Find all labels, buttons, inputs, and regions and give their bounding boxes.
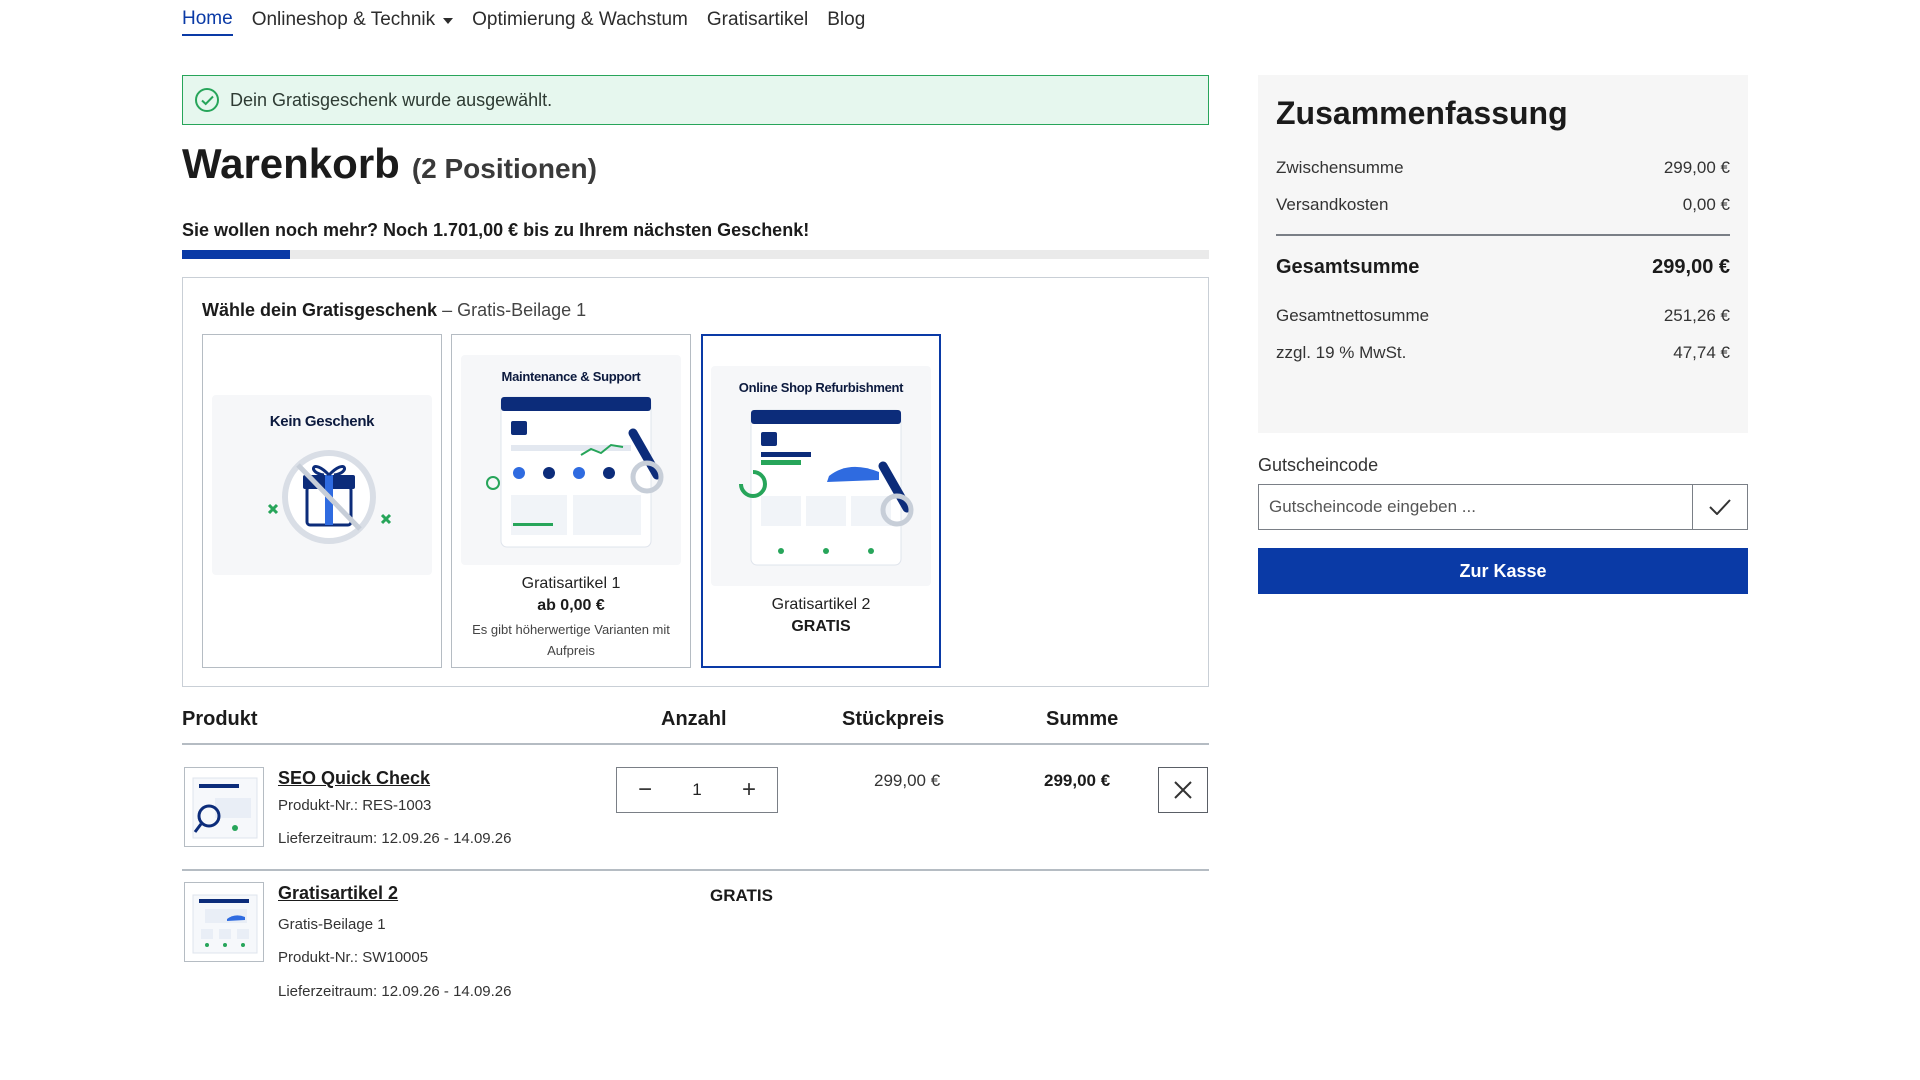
gratis-label: GRATIS [710, 886, 773, 905]
gift-price: GRATIS [791, 618, 851, 635]
nav-onlineshop-label: Onlineshop & Technik [251, 9, 436, 30]
product-thumbnail-seo[interactable] [184, 767, 264, 847]
summary-title: Zusammenfassung [1276, 95, 1568, 131]
line-sum: 299,00 € [1044, 771, 1111, 790]
col-header-quantity: Anzahl [661, 708, 727, 730]
summary-divider [1276, 234, 1730, 236]
shipping-value: 0,00 € [1682, 195, 1730, 214]
gift-progress-fill [182, 250, 290, 259]
gift-card-none[interactable]: Kein Geschenk [202, 334, 442, 668]
shipping-label: Versandkosten [1276, 195, 1389, 214]
refurbishment-thumbnail-image [192, 894, 258, 954]
coupon-label: Gutscheincode [1258, 455, 1379, 475]
refurbishment-illustration [739, 409, 914, 566]
checkout-button[interactable]: Zur Kasse [1258, 548, 1748, 594]
check-icon [1709, 499, 1731, 515]
shipping-row: Versandkosten 0,00 € [1276, 195, 1730, 215]
caret-down-icon [443, 18, 454, 24]
total-value: 299,00 € [1652, 256, 1730, 278]
gift-title-rest: – Gratis-Beilage 1 [442, 300, 587, 320]
promo-text: Sie wollen noch mehr? Noch 1.701,00 € bi… [182, 220, 810, 240]
plus-icon[interactable]: + [737, 778, 761, 802]
net-value: 251,26 € [1663, 306, 1730, 325]
gift-image-refurbishment: Online Shop Refurbishment [711, 366, 931, 586]
order-summary: Zusammenfassung Zwischensumme 299,00 € V… [1258, 75, 1748, 433]
total-row: Gesamtsumme 299,00 € [1276, 256, 1730, 279]
col-header-product: Produkt [182, 708, 258, 730]
row-divider [182, 869, 1209, 871]
nav-gratisartikel[interactable]: Gratisartikel [707, 8, 808, 36]
page-title: Warenkorb [182, 140, 400, 187]
nav-onlineshop-technik[interactable]: Onlineshop & Technik [251, 8, 454, 36]
coupon-input[interactable] [1259, 485, 1692, 529]
nav-blog[interactable]: Blog [827, 8, 865, 36]
product-thumbnail-gratis[interactable] [184, 882, 264, 962]
alert-text: Dein Gratisgeschenk wurde ausgewählt. [230, 89, 553, 110]
nav-gratisartikel-label: Gratisartikel [706, 9, 809, 30]
gift-card-refurbishment[interactable]: Online Shop Refurbishment Gratisartikel … [701, 334, 941, 668]
gift-note: Es gibt höherwertige Varianten mit Aufpr… [472, 622, 670, 658]
main-nav: Home Onlineshop & Technik Optimierung & … [182, 8, 865, 36]
subtotal-value: 299,00 € [1663, 158, 1730, 177]
nav-optimierung-label: Optimierung & Wachstum [472, 9, 688, 30]
product-number: Produkt-Nr.: SW10005 [278, 949, 429, 966]
check-circle-icon [195, 88, 219, 112]
quantity-stepper: − 1 + [616, 767, 778, 813]
nav-optimierung-wachstum[interactable]: Optimierung & Wachstum [472, 8, 688, 36]
gift-price: ab 0,00 € [537, 597, 605, 614]
coupon-form [1258, 484, 1748, 530]
subtotal-label: Zwischensumme [1276, 158, 1404, 177]
nav-blog-label: Blog [827, 9, 866, 30]
gift-name: Gratisartikel 1 [521, 575, 621, 592]
table-header-divider [182, 743, 1209, 745]
nav-home[interactable]: Home [182, 8, 233, 36]
success-alert: Dein Gratisgeschenk wurde ausgewählt. [182, 75, 1209, 125]
cart-count: (2 Positionen) [411, 153, 597, 184]
unit-price: 299,00 € [874, 771, 941, 790]
gift-name: Gratisartikel 2 [771, 596, 871, 613]
net-row: Gesamtnettosumme 251,26 € [1276, 306, 1730, 326]
seo-thumbnail-image [192, 777, 258, 839]
gift-selector-title: Wähle dein Gratisgeschenk – Gratis-Beila… [202, 300, 586, 321]
gift-title-bold: Wähle dein Gratisgeschenk [202, 300, 438, 320]
cart-title-group: Warenkorb (2 Positionen) [182, 140, 597, 188]
vat-row: zzgl. 19 % MwSt. 47,74 € [1276, 343, 1730, 363]
no-gift-icon [267, 450, 392, 544]
product-link-seo[interactable]: SEO Quick Check [278, 768, 430, 789]
coupon-submit-button[interactable] [1692, 485, 1747, 529]
delivery-period: Lieferzeitraum: 12.09.26 - 14.09.26 [278, 830, 512, 847]
gift-progress-bar [182, 250, 1209, 259]
vat-label: zzgl. 19 % MwSt. [1276, 343, 1407, 362]
vat-value: 47,74 € [1673, 343, 1730, 362]
close-icon [1174, 781, 1192, 799]
col-header-unit-price: Stückpreis [842, 708, 945, 730]
net-label: Gesamtnettosumme [1276, 306, 1430, 325]
gift-selector: Wähle dein Gratisgeschenk – Gratis-Beila… [182, 277, 1209, 687]
quantity-value[interactable]: 1 [692, 780, 701, 800]
delivery-period: Lieferzeitraum: 12.09.26 - 14.09.26 [278, 983, 512, 1000]
gift-image-none: Kein Geschenk [212, 395, 432, 575]
total-label: Gesamtsumme [1276, 256, 1420, 278]
subtotal-row: Zwischensumme 299,00 € [1276, 158, 1730, 178]
nav-home-label: Home [182, 8, 233, 29]
product-option: Gratis-Beilage 1 [278, 916, 386, 933]
minus-icon[interactable]: − [633, 778, 657, 802]
product-number: Produkt-Nr.: RES-1003 [278, 797, 432, 814]
gift-image-maintenance: Maintenance & Support [461, 355, 681, 565]
product-link-gratisartikel[interactable]: Gratisartikel 2 [278, 883, 398, 904]
col-header-sum: Summe [1046, 708, 1119, 730]
remove-item-button[interactable] [1158, 767, 1208, 813]
gift-card-maintenance[interactable]: Maintenance & Support Gratisartikel 1 ab… [451, 334, 691, 668]
maintenance-illustration [486, 396, 664, 548]
